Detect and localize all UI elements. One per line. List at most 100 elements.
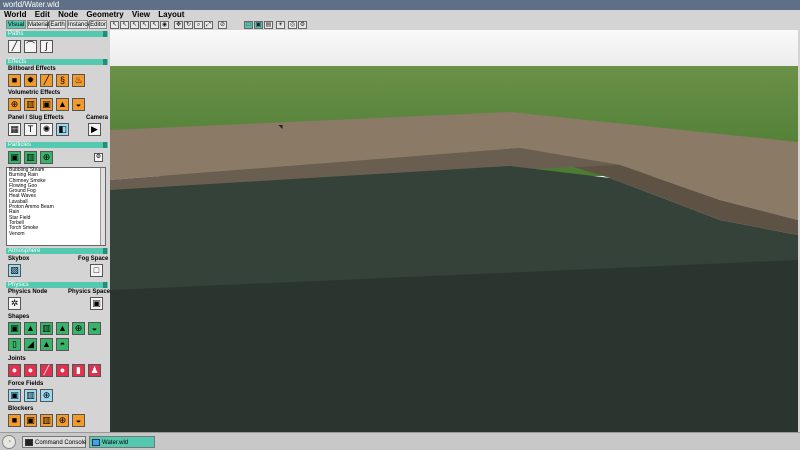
select-sub-icon[interactable]: ↖ <box>140 21 149 29</box>
joint-ball-icon[interactable]: ● <box>8 364 21 377</box>
billboard-fire-icon[interactable]: ♨ <box>72 74 85 87</box>
fog-space-icon[interactable]: □ <box>90 264 103 277</box>
start-icon[interactable]: ◔ <box>2 435 16 449</box>
collapse-icon[interactable] <box>103 248 107 254</box>
zoom-icon[interactable]: ⌕ <box>194 21 203 29</box>
volume-cube-icon[interactable]: ▣ <box>40 98 53 111</box>
water-depth <box>110 260 798 432</box>
taskbar-item-label: Water.wld <box>102 440 129 446</box>
settings-icon[interactable]: ⚙ <box>298 21 307 29</box>
collapse-icon[interactable] <box>103 142 107 148</box>
volume-cylinder-icon[interactable]: ▥ <box>24 98 37 111</box>
tab-instance[interactable]: Instance <box>67 20 91 29</box>
rotate-icon[interactable]: ↻ <box>184 21 193 29</box>
menu-node[interactable]: Node <box>58 10 78 19</box>
volume-dome-icon[interactable]: ◒ <box>72 98 85 111</box>
physics-node-icon[interactable]: ✲ <box>8 297 21 310</box>
particle-cylinder-icon[interactable]: ▥ <box>24 151 37 164</box>
shape-cone-icon[interactable]: ▲ <box>56 322 69 335</box>
pointer-icon[interactable]: ↖ <box>110 21 119 29</box>
shape-box-icon[interactable]: ▣ <box>8 322 21 335</box>
curve-path-icon[interactable]: ⌒ <box>24 40 37 53</box>
shape-dome-icon[interactable]: ◒ <box>88 322 101 335</box>
joint-fixed-icon[interactable]: ▮ <box>72 364 85 377</box>
force-sphere-icon[interactable]: ⊕ <box>40 389 53 402</box>
select-intersect-icon[interactable]: ↖ <box>150 21 159 29</box>
shape-wedge-icon[interactable]: ◢ <box>24 338 37 351</box>
joint-motor-icon[interactable]: ♟ <box>88 364 101 377</box>
object-icon[interactable]: ▣ <box>254 21 263 29</box>
menu-edit[interactable]: Edit <box>35 10 50 19</box>
force-box-icon[interactable]: ▣ <box>8 389 21 402</box>
collapse-icon[interactable] <box>103 59 107 65</box>
list-item[interactable]: Venom <box>7 231 105 237</box>
taskbar-item-water[interactable]: Water.wld <box>89 436 155 448</box>
panel-grid-icon[interactable]: ▦ <box>8 123 21 136</box>
physics-space-icon[interactable]: ▣ <box>90 297 103 310</box>
select-add-icon[interactable]: ↖ <box>130 21 139 29</box>
shape-hemisphere-icon[interactable]: ◓ <box>56 338 69 351</box>
move-icon[interactable]: ✥ <box>174 21 183 29</box>
select-icon[interactable]: ↖ <box>120 21 129 29</box>
menu-world[interactable]: World <box>4 10 27 19</box>
menu-geometry[interactable]: Geometry <box>86 10 123 19</box>
paths-header[interactable]: Paths <box>6 31 108 37</box>
joint-slider-icon[interactable]: ╱ <box>40 364 53 377</box>
tab-earth[interactable]: Earth <box>49 20 66 29</box>
particle-sphere-icon[interactable]: ⊕ <box>40 151 53 164</box>
shape-cylinder-icon[interactable]: ▥ <box>40 322 53 335</box>
effects-header[interactable]: Effects <box>6 59 108 65</box>
light-icon[interactable]: ☀ <box>276 21 285 29</box>
joint-hinge-icon[interactable]: ● <box>24 364 37 377</box>
particle-list[interactable]: Bubbling Steam Burning Rain Chimney Smok… <box>6 167 106 246</box>
billboard-beam-icon[interactable]: ╱ <box>40 74 53 87</box>
blocker-sphere-icon[interactable]: ⊕ <box>56 414 69 427</box>
blocker-plane-icon[interactable]: ■ <box>8 414 21 427</box>
line-path-icon[interactable]: ╱ <box>8 40 21 53</box>
eye-icon[interactable]: ◉ <box>160 21 169 29</box>
billboard-square-icon[interactable]: ■ <box>8 74 21 87</box>
collapse-icon[interactable] <box>103 282 107 288</box>
volume-cone-icon[interactable]: ▲ <box>56 98 69 111</box>
blocker-box-icon[interactable]: ▣ <box>24 414 37 427</box>
list-scrollbar[interactable] <box>100 168 105 245</box>
menu-layout[interactable]: Layout <box>158 10 184 19</box>
shape-capsule-icon[interactable]: ▯ <box>8 338 21 351</box>
joint-universal-icon[interactable]: ● <box>56 364 69 377</box>
shape-tri-icon[interactable]: ▲ <box>40 338 53 351</box>
shape-sphere-icon[interactable]: ⊕ <box>72 322 85 335</box>
scale-icon[interactable]: ⤢ <box>204 21 213 29</box>
physics-header[interactable]: Physics <box>6 282 108 288</box>
skybox-icon[interactable]: ▨ <box>8 264 21 277</box>
material-icon[interactable]: ▤ <box>264 21 273 29</box>
hide-icon[interactable]: ⊘ <box>218 21 227 29</box>
billboard-smoke-icon[interactable]: § <box>56 74 69 87</box>
tab-editor[interactable]: Editor <box>89 20 107 29</box>
shapes-label: Shapes <box>8 314 30 320</box>
particle-cube-icon[interactable]: ▣ <box>8 151 21 164</box>
scene-geometry <box>110 112 798 432</box>
joints-label: Joints <box>8 356 26 362</box>
view-icon[interactable]: □ <box>244 21 253 29</box>
blocker-dome-icon[interactable]: ◒ <box>72 414 85 427</box>
particle-settings-icon[interactable]: ⚙ <box>94 153 103 162</box>
camera-icon[interactable]: ◎ <box>288 21 297 29</box>
volume-sphere-icon[interactable]: ⊕ <box>8 98 21 111</box>
slug-ring-icon[interactable]: ✺ <box>40 123 53 136</box>
tab-material[interactable]: Material <box>27 20 49 29</box>
spline-path-icon[interactable]: ∫ <box>40 40 53 53</box>
atmosphere-header[interactable]: Atmosphere <box>6 248 108 254</box>
text-icon[interactable]: T <box>24 123 37 136</box>
panel-layers-icon[interactable]: ◧ <box>56 123 69 136</box>
shape-pyramid-icon[interactable]: ▲ <box>24 322 37 335</box>
force-cylinder-icon[interactable]: ▥ <box>24 389 37 402</box>
movie-camera-icon[interactable]: ▶ <box>88 123 101 136</box>
menu-view[interactable]: View <box>132 10 150 19</box>
taskbar-item-console[interactable]: Command Console <box>22 436 86 448</box>
billboard-sun-icon[interactable]: ✹ <box>24 74 37 87</box>
tab-visual[interactable]: Visual <box>6 20 26 29</box>
blocker-cylinder-icon[interactable]: ▥ <box>40 414 53 427</box>
collapse-icon[interactable] <box>103 31 107 37</box>
3d-viewport[interactable] <box>110 30 798 432</box>
particles-header[interactable]: Particles <box>6 142 108 148</box>
